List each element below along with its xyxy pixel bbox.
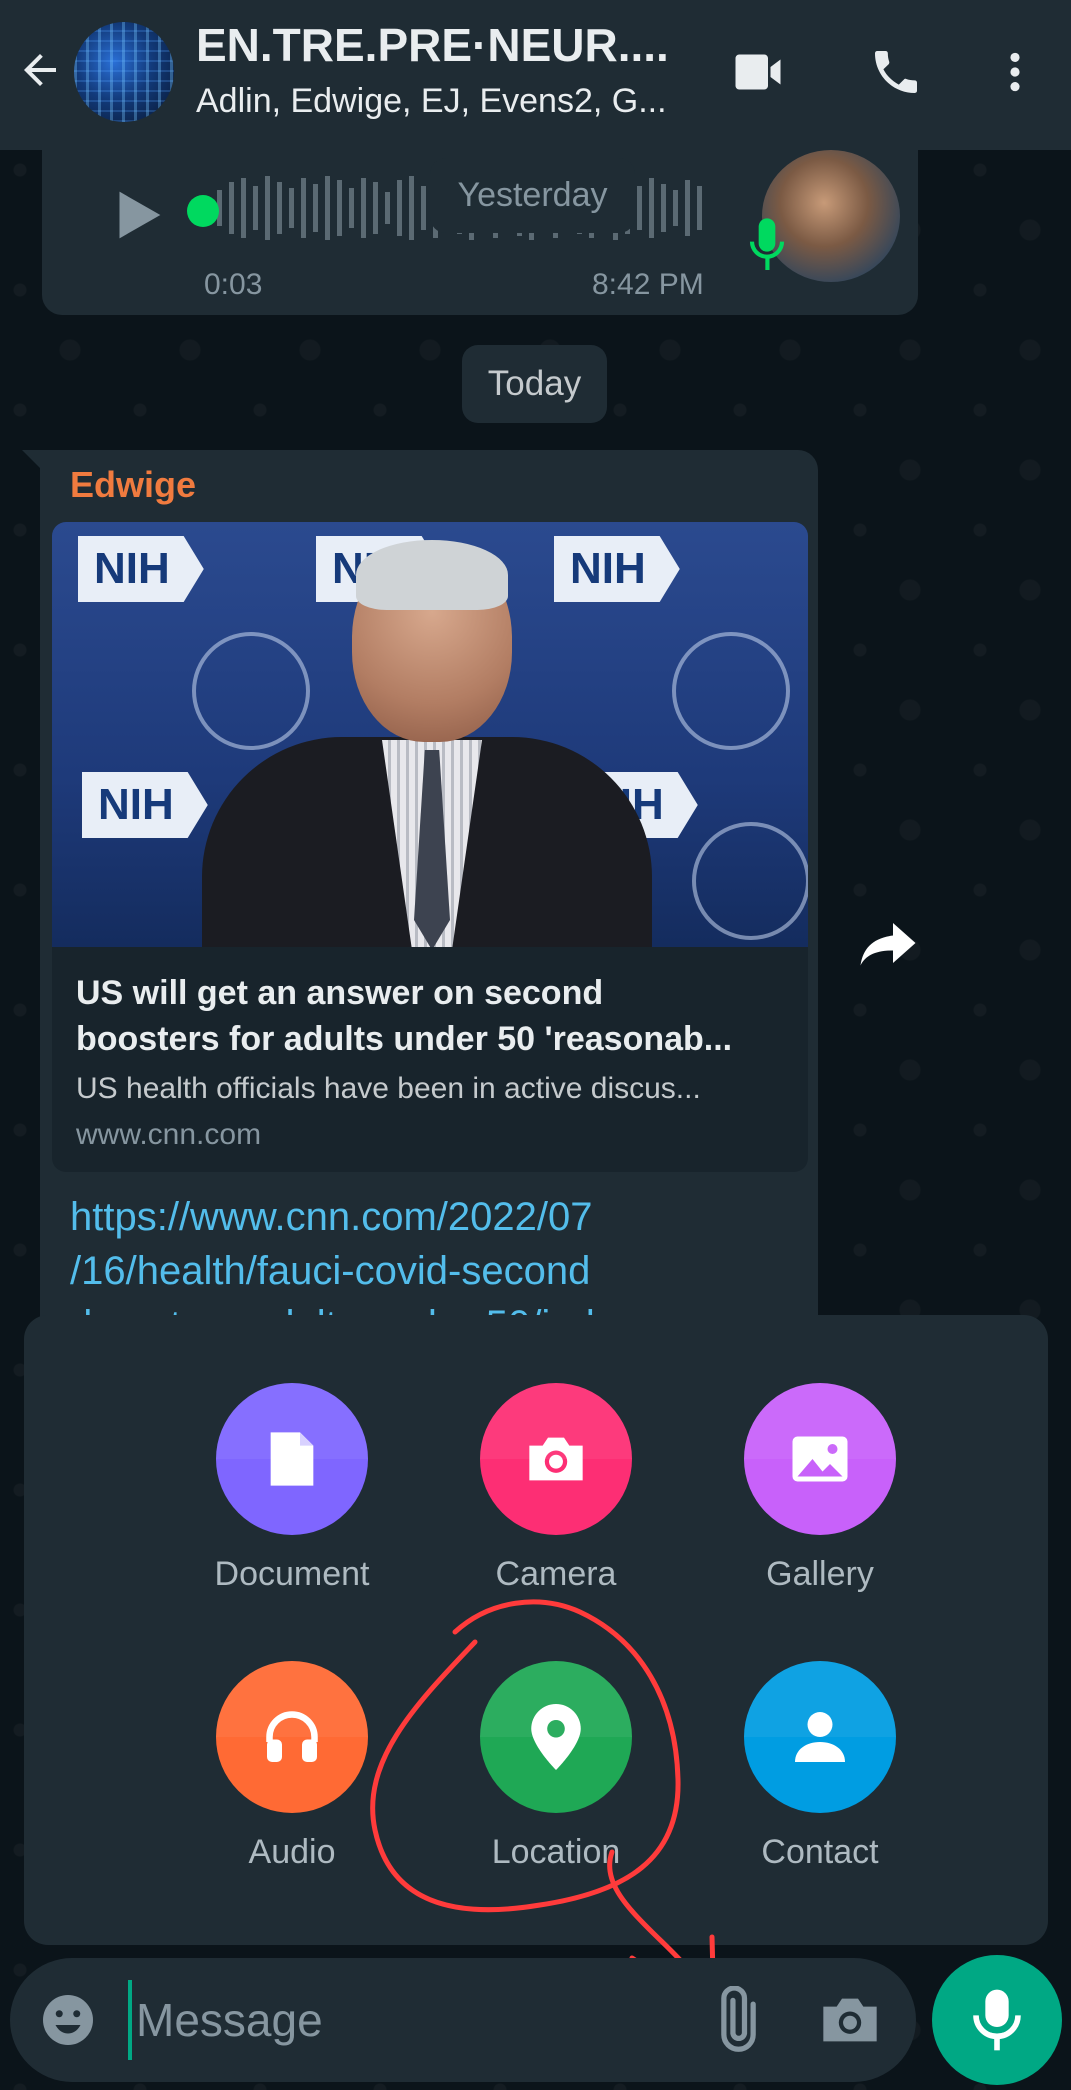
forward-icon[interactable] <box>850 905 926 981</box>
camera-icon[interactable] <box>818 1990 882 2050</box>
voice-duration: 0:03 <box>204 268 263 301</box>
attachment-sheet: Document Camera Gallery Audio Location C… <box>24 1315 1048 1945</box>
preview-title-line: US will get an answer on second <box>76 974 604 1012</box>
attach-label: Gallery <box>766 1555 874 1593</box>
gallery-icon[interactable] <box>744 1383 896 1535</box>
attach-label: Audio <box>248 1833 336 1871</box>
emoji-icon[interactable] <box>38 1990 98 2050</box>
nih-logo: NIH <box>554 536 680 602</box>
attach-document-button[interactable]: Document <box>182 1383 402 1623</box>
message-input[interactable] <box>128 1980 688 2060</box>
date-chip-today: Today <box>462 345 607 423</box>
preview-description: US health officials have been in active … <box>76 1072 701 1105</box>
sender-name[interactable]: Edwige <box>70 464 196 506</box>
voice-timestamp: 8:42 PM <box>592 268 704 301</box>
preview-image: NIH NIH NIH NIH NIH <box>52 522 808 947</box>
nih-logo: NIH <box>78 536 204 602</box>
headphones-icon[interactable] <box>216 1661 368 1813</box>
group-avatar[interactable] <box>74 22 174 122</box>
link-preview[interactable]: NIH NIH NIH NIH NIH US will get an answe… <box>52 522 808 1172</box>
seal-graphic <box>192 632 310 750</box>
play-icon[interactable] <box>102 180 172 250</box>
video-call-icon[interactable] <box>726 40 790 104</box>
person-hair <box>356 540 508 610</box>
attach-paperclip-icon[interactable] <box>700 1985 770 2056</box>
preview-domain: www.cnn.com <box>76 1118 262 1151</box>
microphone-icon <box>973 1989 1021 2051</box>
person-icon[interactable] <box>744 1661 896 1813</box>
playback-position-dot[interactable] <box>187 195 219 227</box>
preview-title: US will get an answer on second boosters… <box>76 970 796 1062</box>
attach-audio-button[interactable]: Audio <box>182 1661 402 1901</box>
attach-label: Camera <box>495 1555 617 1593</box>
link-line[interactable]: /16/health/fauci-covid-second <box>70 1244 800 1298</box>
location-pin-icon[interactable] <box>480 1661 632 1813</box>
attach-label: Document <box>214 1555 370 1593</box>
attach-location-button[interactable]: Location <box>446 1661 666 1901</box>
preview-title-line: boosters for adults under 50 'reasonab..… <box>76 1020 733 1058</box>
attach-contact-button[interactable]: Contact <box>710 1661 930 1901</box>
more-options-icon[interactable] <box>983 40 1047 104</box>
microphone-button[interactable] <box>932 1955 1062 2085</box>
attach-gallery-button[interactable]: Gallery <box>710 1383 930 1623</box>
nih-logo: NIH <box>82 772 208 838</box>
message-bubble[interactable]: Edwige NIH NIH NIH NIH NIH US will get a… <box>40 450 818 1350</box>
group-title[interactable]: EN.TRE.PRE·NEUR.... <box>196 18 686 72</box>
attach-label: Location <box>491 1833 621 1871</box>
date-chip-yesterday: Yesterday <box>430 158 635 233</box>
chat-header: EN.TRE.PRE·NEUR.... Adlin, Edwige, EJ, E… <box>0 0 1071 150</box>
message-composer <box>10 1958 916 2082</box>
voice-call-icon[interactable] <box>864 40 928 104</box>
attach-camera-button[interactable]: Camera <box>446 1383 666 1623</box>
seal-graphic <box>672 632 790 750</box>
camera-icon[interactable] <box>480 1383 632 1535</box>
seal-graphic <box>692 822 808 940</box>
attach-label: Contact <box>761 1833 879 1871</box>
mic-indicator-icon <box>747 215 787 275</box>
document-icon[interactable] <box>216 1383 368 1535</box>
back-arrow-icon[interactable] <box>14 44 66 96</box>
link-line[interactable]: https://www.cnn.com/2022/07 <box>70 1190 800 1244</box>
group-members[interactable]: Adlin, Edwige, EJ, Evens2, G... <box>196 82 686 121</box>
